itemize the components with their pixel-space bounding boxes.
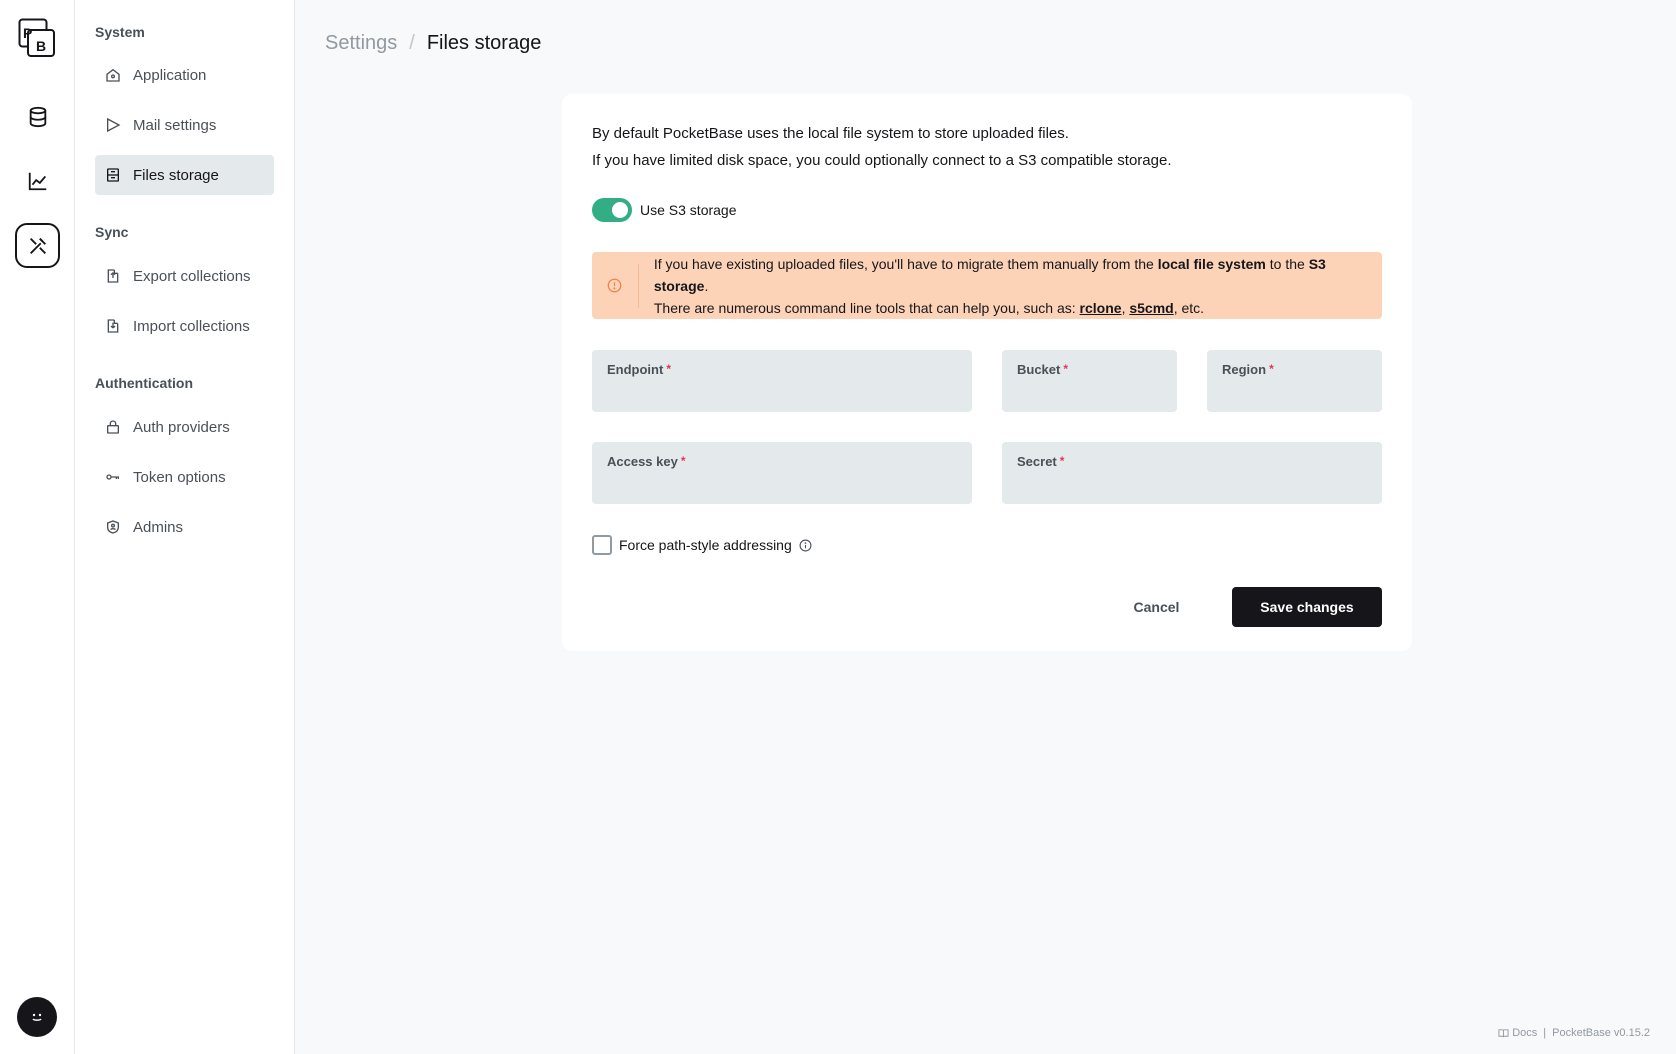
sidebar-item-label: Token options	[133, 468, 226, 486]
use-s3-toggle[interactable]	[592, 198, 632, 222]
endpoint-field[interactable]: Endpoint *	[592, 350, 972, 412]
sidebar-item-label: Files storage	[133, 166, 219, 184]
svg-text:P: P	[23, 25, 32, 41]
breadcrumb-separator: /	[409, 32, 415, 54]
secret-label: Secret *	[1017, 454, 1065, 469]
secret-field[interactable]: Secret *	[1002, 442, 1382, 504]
book-icon	[1498, 1028, 1509, 1037]
sidebar-item-admins[interactable]: Admins	[95, 507, 274, 547]
use-s3-toggle-row[interactable]: Use S3 storage	[592, 198, 737, 222]
bucket-field[interactable]: Bucket *	[1002, 350, 1177, 412]
sidebar-group-authentication: Authentication	[95, 375, 193, 391]
region-input[interactable]	[1222, 382, 1367, 402]
secret-input[interactable]	[1017, 474, 1367, 494]
use-s3-label[interactable]: Use S3 storage	[640, 202, 737, 218]
footer-separator: |	[1543, 1027, 1547, 1039]
region-label: Region *	[1222, 362, 1274, 377]
app-rail: P B	[0, 0, 75, 1054]
footer: Docs | PocketBase v0.15.2	[1498, 1027, 1650, 1039]
sidebar-group-sync: Sync	[95, 224, 129, 240]
sidebar-item-label: Mail settings	[133, 116, 217, 134]
force-path-style-row[interactable]: Force path-style addressing	[592, 535, 812, 555]
page-title: Files storage	[426, 32, 542, 54]
breadcrumb: Settings / Files storage	[325, 32, 541, 55]
sidebar-item-auth-providers[interactable]: Auth providers	[95, 407, 274, 447]
intro-line-2: If you have limited disk space, you coul…	[592, 152, 1172, 169]
pocketbase-logo[interactable]: P B	[18, 18, 56, 58]
avatar[interactable]	[17, 997, 57, 1037]
cancel-button[interactable]: Cancel	[1124, 587, 1189, 627]
s5cmd-link[interactable]: s5cmd	[1129, 300, 1173, 316]
endpoint-input[interactable]	[607, 382, 957, 402]
key-icon	[106, 474, 119, 480]
sidebar-item-token-options[interactable]: Token options	[95, 457, 274, 497]
intro-text: By default PocketBase uses the local fil…	[592, 120, 1172, 174]
sidebar-item-files-storage[interactable]: Files storage	[95, 155, 274, 195]
sidebar-item-label: Auth providers	[133, 418, 230, 436]
save-changes-button[interactable]: Save changes	[1232, 587, 1382, 627]
access-key-field[interactable]: Access key *	[592, 442, 972, 504]
info-icon[interactable]	[799, 539, 812, 552]
docs-link[interactable]: Docs	[1512, 1027, 1537, 1039]
settings-button[interactable]	[15, 223, 60, 268]
alert-text: If you have existing uploaded files, you…	[654, 253, 1382, 319]
breadcrumb-settings-link[interactable]: Settings	[325, 32, 397, 55]
svg-text:B: B	[36, 38, 46, 54]
force-path-style-checkbox[interactable]	[592, 535, 612, 555]
tools-icon	[29, 237, 46, 254]
migration-warning-alert: If you have existing uploaded files, you…	[592, 252, 1382, 319]
sidebar-item-export-collections[interactable]: Export collections	[95, 256, 274, 296]
alert-line-2: There are numerous command line tools th…	[653, 299, 1205, 316]
sidebar-item-label: Application	[133, 66, 207, 84]
access-key-input[interactable]	[607, 474, 957, 494]
send-icon	[107, 117, 121, 133]
force-path-style-label[interactable]: Force path-style addressing	[619, 537, 792, 553]
intro-line-1: By default PocketBase uses the local fil…	[592, 125, 1069, 142]
version-link[interactable]: PocketBase v0.15.2	[1552, 1027, 1650, 1039]
shield-user-icon	[107, 520, 119, 534]
settings-sidebar: System Application Mail settings Files s…	[75, 0, 295, 1054]
home-icon	[106, 68, 120, 82]
chart-icon	[28, 172, 46, 190]
lock-icon	[107, 420, 119, 434]
sidebar-item-label: Import collections	[133, 317, 250, 335]
database-icon	[29, 106, 46, 127]
import-icon	[107, 319, 119, 333]
sidebar-item-import-collections[interactable]: Import collections	[95, 306, 274, 346]
alert-line-1: If you have existing uploaded files, you…	[653, 255, 1326, 294]
logs-button[interactable]	[15, 158, 60, 203]
sidebar-item-mail-settings[interactable]: Mail settings	[95, 105, 274, 145]
endpoint-label: Endpoint *	[607, 362, 671, 377]
alert-icon-wrap	[592, 263, 639, 308]
region-field[interactable]: Region *	[1207, 350, 1382, 412]
export-icon	[107, 269, 119, 283]
archive-icon	[107, 168, 119, 182]
sidebar-group-system: System	[95, 24, 145, 40]
files-storage-panel: By default PocketBase uses the local fil…	[562, 94, 1412, 651]
sidebar-item-label: Export collections	[133, 267, 251, 285]
access-key-label: Access key *	[607, 454, 686, 469]
smile-icon	[32, 1013, 42, 1021]
bucket-label: Bucket *	[1017, 362, 1069, 377]
collections-button[interactable]	[15, 94, 60, 139]
bucket-input[interactable]	[1017, 382, 1162, 402]
error-warning-icon	[608, 278, 622, 293]
rclone-link[interactable]: rclone	[1080, 300, 1122, 316]
sidebar-item-application[interactable]: Application	[95, 55, 274, 95]
sidebar-item-label: Admins	[133, 518, 184, 536]
